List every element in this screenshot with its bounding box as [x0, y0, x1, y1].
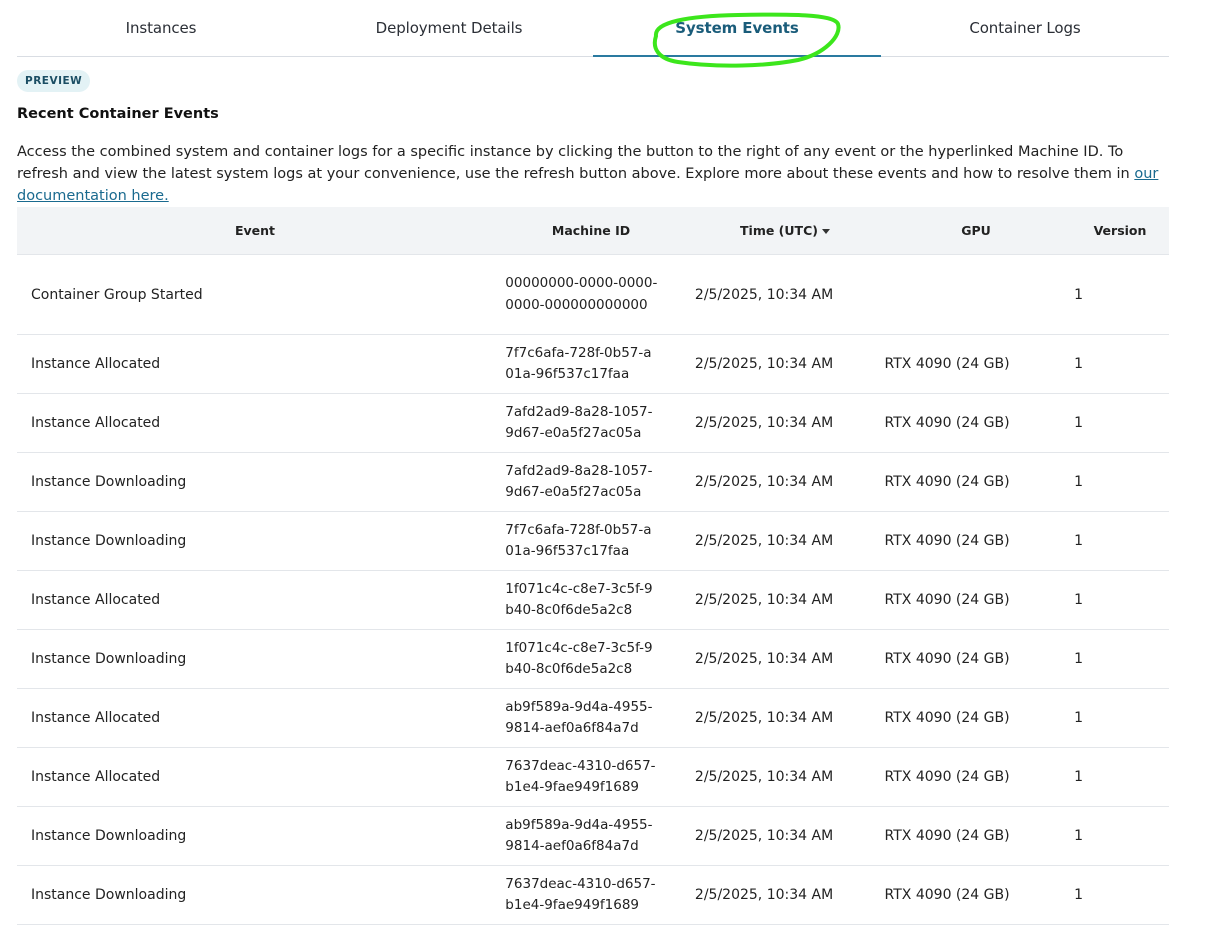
time-cell: 2/5/2025, 10:34 AM [694, 592, 834, 608]
version-cell: 1 [1074, 592, 1084, 608]
header-machine-id[interactable]: Machine ID [493, 223, 689, 238]
machine-id-text[interactable]: ab9f589a-9d4a-4955-9814-aef0a6f84a7d [505, 697, 659, 740]
time-cell: 2/5/2025, 10:34 AM [694, 651, 834, 667]
header-time-label: Time (UTC) [740, 223, 818, 238]
gpu-cell: RTX 4090 (24 GB) [884, 828, 1010, 844]
machine-id-text[interactable]: ab9f589a-9d4a-4955-9814-aef0a6f84a7d [505, 815, 659, 858]
event-cell: Instance Downloading [31, 887, 187, 903]
version-cell: 1 [1074, 474, 1084, 490]
gpu-cell: RTX 4090 (24 GB) [884, 474, 1010, 490]
machine-id-text[interactable]: 00000000-0000-0000-0000-000000000000 [505, 273, 659, 316]
gpu-cell: RTX 4090 (24 GB) [884, 769, 1010, 785]
table-row: Instance Allocated ab9f589a-9d4a-4955-981… [17, 689, 1169, 748]
machine-id-cell[interactable]: 7afd2ad9-8a28-1057-9d67-e0a5f27ac05a [487, 461, 695, 504]
table-row: Instance Downloading 7f7c6afa-728f-0b57-a… [17, 512, 1169, 571]
time-cell: 2/5/2025, 10:34 AM [694, 474, 834, 490]
table-row: Instance Downloading ab9f589a-9d4a-4955-9… [17, 807, 1169, 866]
table-header: Event Machine ID Time (UTC) GPU Version [17, 207, 1169, 255]
preview-badge: PREVIEW [17, 70, 91, 92]
table-row: Instance Downloading 7afd2ad9-8a28-1057-9… [17, 453, 1169, 512]
event-cell: Container Group Started [31, 286, 203, 303]
machine-id-cell[interactable]: ab9f589a-9d4a-4955-9814-aef0a6f84a7d [487, 697, 695, 740]
event-cell: Instance Downloading [31, 651, 187, 667]
machine-id-cell[interactable]: 7637deac-4310-d657-b1e4-9fae949f1689 [487, 756, 695, 799]
tab-deployment-details[interactable]: Deployment Details [305, 0, 593, 56]
header-gpu[interactable]: GPU [881, 223, 1071, 238]
gpu-cell: RTX 4090 (24 GB) [884, 356, 1010, 372]
table-row: Instance Allocated 7f7c6afa-728f-0b57-a01… [17, 335, 1169, 394]
tab-bar: Instances Deployment Details System Even… [17, 0, 1169, 57]
machine-id-text[interactable]: 7afd2ad9-8a28-1057-9d67-e0a5f27ac05a [505, 402, 659, 445]
section-title: Recent Container Events [17, 106, 219, 122]
version-cell: 1 [1074, 769, 1084, 785]
event-cell: Instance Allocated [31, 356, 161, 372]
table-row: Instance Allocated 1f071c4c-c8e7-3c5f-9b4… [17, 571, 1169, 630]
table-row: Instance Allocated 7637deac-4310-d657-b1e… [17, 748, 1169, 807]
header-version[interactable]: Version [1071, 223, 1169, 238]
time-cell: 2/5/2025, 10:34 AM [694, 286, 834, 303]
time-cell: 2/5/2025, 10:34 AM [694, 710, 834, 726]
version-cell: 1 [1074, 286, 1084, 303]
description-body: Access the combined system and container… [17, 144, 1135, 182]
time-cell: 2/5/2025, 10:34 AM [694, 533, 834, 549]
machine-id-text[interactable]: 1f071c4c-c8e7-3c5f-9b40-8c0f6de5a2c8 [505, 579, 659, 622]
version-cell: 1 [1074, 533, 1084, 549]
machine-id-cell[interactable]: ab9f589a-9d4a-4955-9814-aef0a6f84a7d [487, 815, 695, 858]
machine-id-cell[interactable]: 7f7c6afa-728f-0b57-a01a-96f537c17faa [487, 343, 695, 386]
machine-id-text[interactable]: 7f7c6afa-728f-0b57-a01a-96f537c17faa [505, 520, 659, 563]
event-cell: Instance Allocated [31, 710, 161, 726]
event-cell: Instance Downloading [31, 474, 187, 490]
machine-id-text[interactable]: 1f071c4c-c8e7-3c5f-9b40-8c0f6de5a2c8 [505, 638, 659, 681]
machine-id-cell[interactable]: 1f071c4c-c8e7-3c5f-9b40-8c0f6de5a2c8 [487, 638, 695, 681]
event-cell: Instance Downloading [31, 828, 187, 844]
event-cell: Instance Downloading [31, 533, 187, 549]
table-body: Container Group Started 00000000-0000-000… [17, 255, 1169, 925]
tab-container-logs[interactable]: Container Logs [881, 0, 1169, 56]
time-cell: 2/5/2025, 10:34 AM [694, 828, 834, 844]
gpu-cell: RTX 4090 (24 GB) [884, 533, 1010, 549]
machine-id-cell[interactable]: 00000000-0000-0000-0000-000000000000 [487, 273, 695, 316]
machine-id-text[interactable]: 7f7c6afa-728f-0b57-a01a-96f537c17faa [505, 343, 659, 386]
tab-system-events[interactable]: System Events [593, 0, 881, 57]
header-time[interactable]: Time (UTC) [689, 223, 881, 238]
time-cell: 2/5/2025, 10:34 AM [694, 887, 834, 903]
machine-id-text[interactable]: 7afd2ad9-8a28-1057-9d67-e0a5f27ac05a [505, 461, 659, 504]
machine-id-text[interactable]: 7637deac-4310-d657-b1e4-9fae949f1689 [505, 874, 659, 917]
table-row: Instance Downloading 1f071c4c-c8e7-3c5f-9… [17, 630, 1169, 689]
tab-instances[interactable]: Instances [17, 0, 305, 56]
event-cell: Instance Allocated [31, 769, 161, 785]
version-cell: 1 [1074, 828, 1084, 844]
gpu-cell: RTX 4090 (24 GB) [884, 887, 1010, 903]
header-event[interactable]: Event [17, 223, 493, 238]
description-text: Access the combined system and container… [17, 141, 1177, 207]
machine-id-cell[interactable]: 1f071c4c-c8e7-3c5f-9b40-8c0f6de5a2c8 [487, 579, 695, 622]
machine-id-cell[interactable]: 7f7c6afa-728f-0b57-a01a-96f537c17faa [487, 520, 695, 563]
time-cell: 2/5/2025, 10:34 AM [694, 769, 834, 785]
table-row: Container Group Started 00000000-0000-000… [17, 255, 1169, 335]
gpu-cell: RTX 4090 (24 GB) [884, 415, 1010, 431]
caret-down-icon[interactable] [821, 228, 830, 234]
version-cell: 1 [1074, 651, 1084, 667]
machine-id-text[interactable]: 7637deac-4310-d657-b1e4-9fae949f1689 [505, 756, 659, 799]
version-cell: 1 [1074, 887, 1084, 903]
version-cell: 1 [1074, 356, 1084, 372]
time-cell: 2/5/2025, 10:34 AM [694, 415, 834, 431]
table-row: Instance Downloading 7637deac-4310-d657-b… [17, 866, 1169, 925]
gpu-cell: RTX 4090 (24 GB) [884, 592, 1010, 608]
table-row: Instance Allocated 7afd2ad9-8a28-1057-9d6… [17, 394, 1169, 453]
version-cell: 1 [1074, 710, 1084, 726]
machine-id-cell[interactable]: 7afd2ad9-8a28-1057-9d67-e0a5f27ac05a [487, 402, 695, 445]
machine-id-cell[interactable]: 7637deac-4310-d657-b1e4-9fae949f1689 [487, 874, 695, 917]
gpu-cell: RTX 4090 (24 GB) [884, 710, 1010, 726]
events-table: Event Machine ID Time (UTC) GPU Version … [17, 207, 1169, 925]
event-cell: Instance Allocated [31, 592, 161, 608]
time-cell: 2/5/2025, 10:34 AM [694, 356, 834, 372]
event-cell: Instance Allocated [31, 415, 161, 431]
system-events-page: Instances Deployment Details System Even… [0, 0, 1216, 950]
gpu-cell: RTX 4090 (24 GB) [884, 651, 1010, 667]
version-cell: 1 [1074, 415, 1084, 431]
